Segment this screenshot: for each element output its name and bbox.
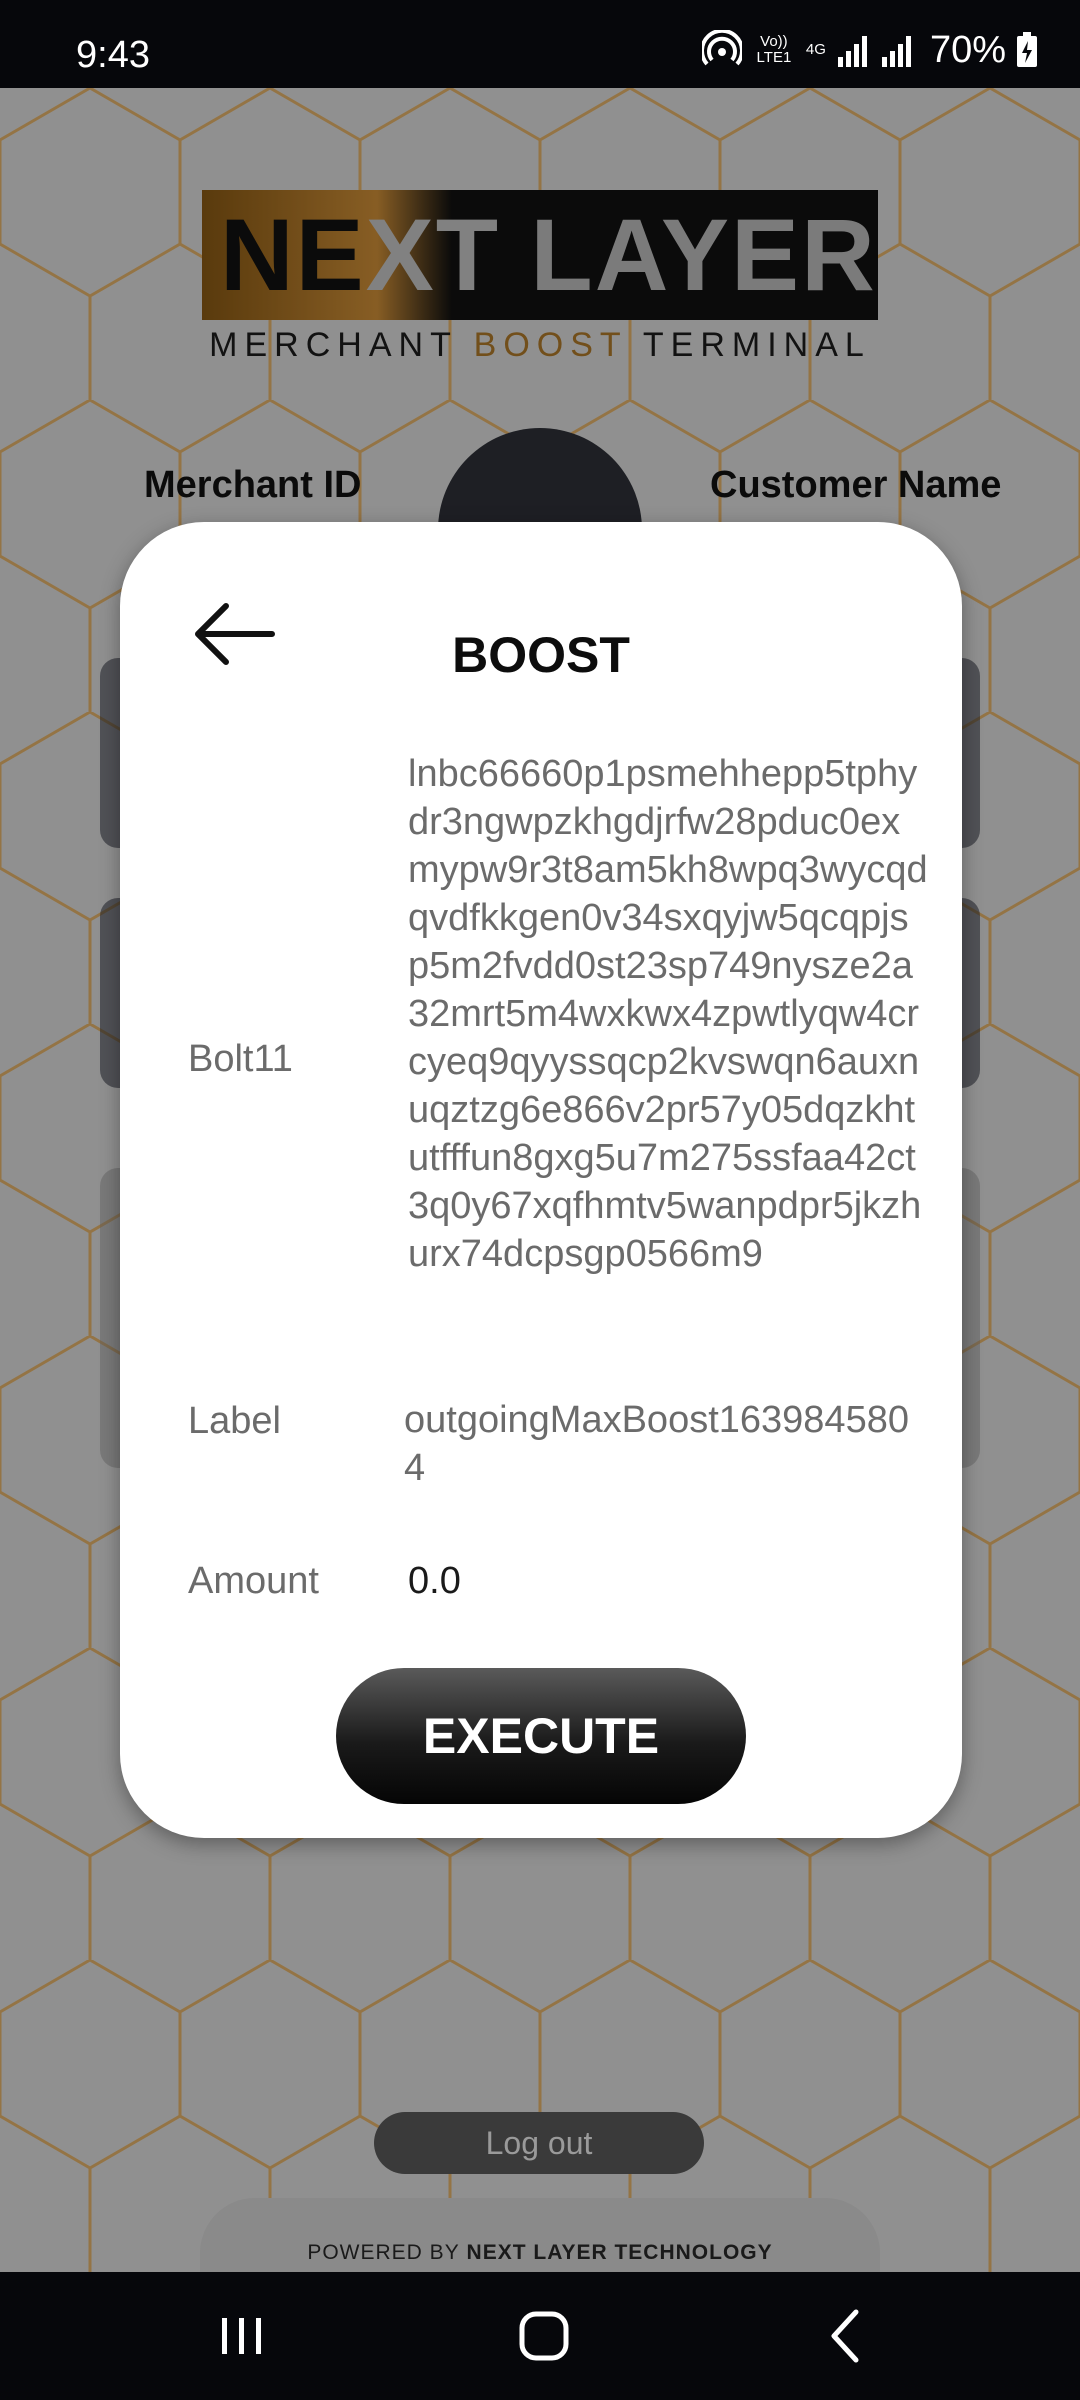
hotspot-icon bbox=[701, 30, 742, 66]
battery-icon bbox=[1017, 32, 1037, 67]
status-bar: 9:43 Vo)) LTE1 4G 70% bbox=[0, 0, 1080, 88]
dialog-title: BOOST bbox=[452, 627, 630, 683]
network-indicator: 4G bbox=[805, 41, 826, 58]
status-icons: Vo)) LTE1 4G 70% bbox=[701, 28, 1038, 71]
powered-prefix: POWERED BY bbox=[307, 2241, 460, 2264]
signal-icon bbox=[837, 36, 867, 67]
bolt11-value: lnbc66660p1psmehhepp5tphydr3ngwpzkhgdjrf… bbox=[408, 753, 928, 1275]
execute-button[interactable]: EXECUTE bbox=[336, 1668, 746, 1804]
bolt11-label: Bolt11 bbox=[188, 1038, 293, 1080]
volte-indicator: Vo)) LTE1 bbox=[756, 33, 792, 66]
home-icon[interactable] bbox=[504, 2296, 584, 2376]
powered-brand: NEXT LAYER TECHNOLOGY bbox=[466, 2241, 773, 2264]
logout-button[interactable]: Log out bbox=[374, 2112, 704, 2174]
amount-label: Amount bbox=[188, 1560, 319, 1602]
recents-icon[interactable] bbox=[202, 2296, 282, 2376]
battery-percent: 70% bbox=[929, 28, 1006, 71]
navigation-bar bbox=[0, 2272, 1080, 2400]
label-label: Label bbox=[188, 1400, 281, 1442]
signal-icon bbox=[881, 36, 911, 67]
amount-value: 0.0 bbox=[408, 1560, 461, 1602]
powered-by-footer: POWERED BY NEXT LAYER TECHNOLOGY bbox=[200, 2198, 880, 2272]
label-value: outgoingMaxBoost1639845804 bbox=[404, 1399, 909, 1489]
status-time: 9:43 bbox=[76, 34, 150, 76]
boost-dialog: BOOST Bolt11 lnbc66660p1psmehhepp5tphydr… bbox=[120, 522, 962, 1838]
back-icon[interactable] bbox=[806, 2296, 886, 2376]
